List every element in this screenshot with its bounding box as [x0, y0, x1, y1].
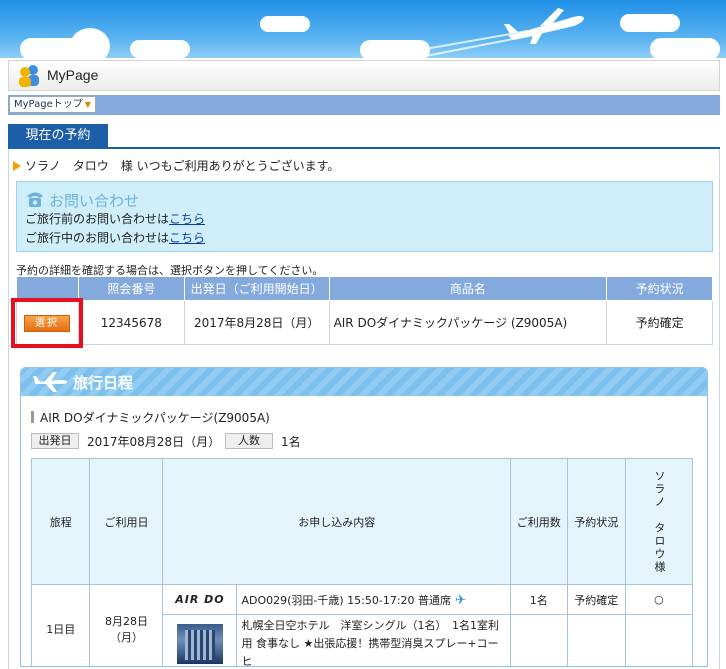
contact-before-link[interactable]: こちら: [169, 212, 205, 226]
table-row: 12345678 2017年8月28日（月） AIR DOダイナミックパッケージ…: [16, 300, 713, 345]
header-date: 出発日（ご利用開始日）: [183, 276, 330, 301]
reservation-table: 照会番号 出発日（ご利用開始日） 商品名 予約状況 12345678 2017年…: [16, 276, 713, 345]
count-cell: [509, 614, 568, 666]
header-count: ご利用数: [509, 458, 568, 585]
package-name: AIR DOダイナミックパッケージ(Z9005A): [31, 409, 270, 426]
select-button[interactable]: 選択: [24, 315, 70, 332]
mypage-top-dropdown[interactable]: MyPageトップ ▼: [9, 96, 96, 113]
airline-logo-cell: AIR DO: [162, 584, 238, 615]
nav-strip: MyPageトップ ▼: [8, 95, 720, 115]
tab-current-reservations[interactable]: 現在の予約: [8, 124, 108, 148]
table-header-row: 照会番号 出発日（ご利用開始日） 商品名 予約状況: [16, 276, 713, 301]
users-icon: [19, 65, 39, 87]
traveler-mark-cell: ○: [624, 584, 694, 615]
header-use-date: ご利用日: [89, 458, 164, 585]
itinerary-header: 旅行日程: [21, 368, 707, 396]
hotel-cell: 札幌全日空ホテル 洋室シングル（1名） 1名1室利用 食事なし ★出張応援！携帯…: [236, 614, 511, 666]
airplane-icon: [504, 8, 584, 44]
phone-icon: [27, 192, 43, 207]
status-cell: 予約確定: [606, 300, 713, 345]
traveler-name: ソラノ タロウ様: [652, 469, 666, 574]
section-bar: [31, 411, 34, 423]
contact-title: お問い合わせ: [49, 192, 140, 210]
product-cell: AIR DOダイナミックパッケージ (Z9005A): [328, 300, 608, 345]
cloud: [130, 40, 190, 58]
res-status-cell: [566, 614, 626, 666]
itinerary-panel: 旅行日程 AIR DOダイナミックパッケージ(Z9005A) 出発日 2017年…: [20, 367, 708, 667]
greeting-text: ソラノ タロウ 様 いつもご利用ありがとうございます。: [25, 159, 340, 173]
header-ref-no: 照会番号: [77, 276, 185, 301]
itinerary-header-row: 旅程 ご利用日 お申し込み内容 ご利用数 予約状況 ソラノ タロウ様: [30, 458, 694, 585]
itinerary-title: 旅行日程: [73, 374, 134, 392]
arrow-bullet-icon: [13, 161, 21, 171]
package-name-text: AIR DOダイナミックパッケージ(Z9005A): [40, 411, 270, 425]
use-date-cell: 8月28日（月）: [89, 584, 164, 666]
header-select: [16, 276, 79, 301]
header-content: お申し込み内容: [162, 458, 511, 585]
greeting: ソラノ タロウ 様 いつもご利用ありがとうございます。: [13, 157, 339, 174]
cloud: [70, 28, 110, 58]
header-day: 旅程: [30, 458, 91, 585]
contact-box: お問い合わせ ご旅行前のお問い合わせはこちら ご旅行中のお問い合わせはこちら: [16, 181, 713, 252]
traveler-mark-cell: [624, 614, 694, 666]
people-value: 1名: [281, 435, 301, 449]
header-product: 商品名: [328, 276, 608, 301]
dropdown-label: MyPageトップ: [14, 99, 83, 110]
ref-no-cell: 12345678: [77, 300, 185, 345]
hotel-image: [176, 624, 223, 664]
hotel-image-cell: [162, 614, 238, 666]
mypage-header: MyPage: [8, 60, 720, 91]
contact-during-text: ご旅行中のお問い合わせは: [25, 231, 170, 245]
table-row: 1日目 8月28日（月） AIR DO ADO029(羽田-千歳) 15:50-…: [30, 584, 694, 666]
date-cell: 2017年8月28日（月）: [183, 300, 330, 345]
airdo-logo: AIR DO: [175, 593, 225, 606]
day-cell: 1日目: [30, 584, 91, 666]
res-status-cell: 予約確定: [566, 584, 626, 615]
header-status: 予約状況: [606, 276, 713, 301]
cloud: [260, 16, 310, 32]
contact-during-line: ご旅行中のお問い合わせはこちら: [25, 229, 205, 246]
contact-before-line: ご旅行前のお問い合わせはこちら: [25, 210, 205, 227]
airplane-icon: ✈: [455, 592, 466, 608]
airplane-icon: [33, 372, 67, 392]
contact-during-link[interactable]: こちら: [169, 231, 205, 245]
contact-before-text: ご旅行前のお問い合わせは: [25, 212, 170, 226]
people-label: 人数: [225, 433, 273, 449]
departure-value: 2017年08月28日（月）: [87, 435, 221, 449]
flight-cell: ADO029(羽田-千歳) 15:50-17:20 普通席 ✈: [236, 584, 511, 615]
chevron-down-icon: ▼: [84, 100, 91, 109]
count-cell: 1名: [509, 584, 568, 615]
cloud: [650, 38, 720, 58]
header-traveler: ソラノ タロウ様: [624, 458, 694, 585]
flight-text: ADO029(羽田-千歳) 15:50-17:20 普通席: [241, 593, 452, 607]
header-res-status: 予約状況: [566, 458, 626, 585]
sky-banner: [0, 0, 726, 58]
itinerary-table: 旅程 ご利用日 お申し込み内容 ご利用数 予約状況 ソラノ タロウ様 1日目 8…: [30, 458, 694, 666]
page-title: MyPage: [47, 67, 99, 83]
cloud: [620, 14, 680, 32]
departure-label: 出発日: [31, 433, 79, 449]
